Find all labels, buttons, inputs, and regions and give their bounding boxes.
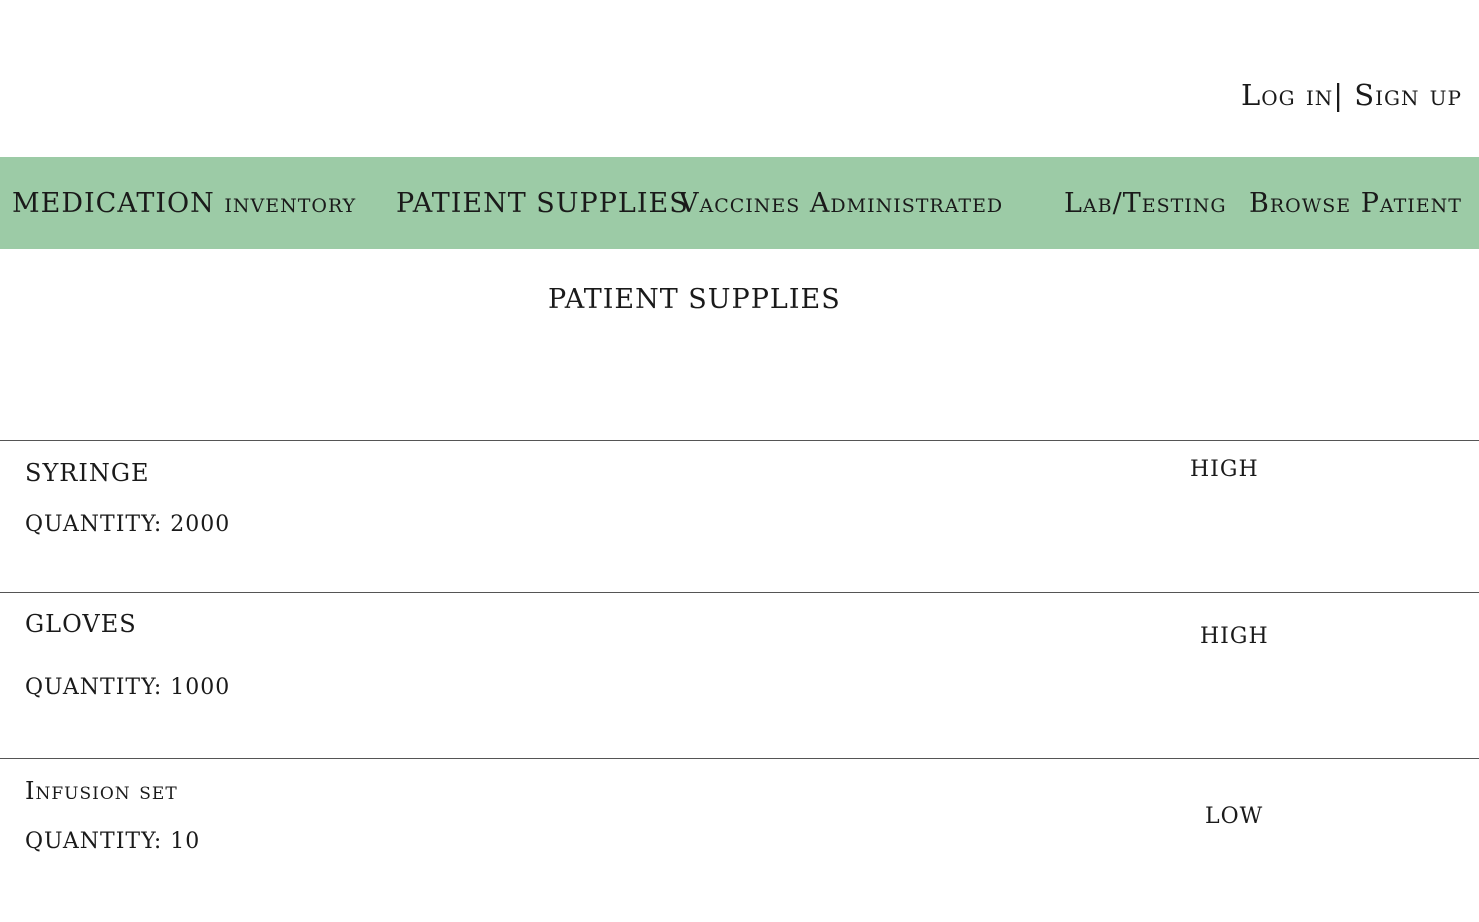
- login-link[interactable]: Log in: [1241, 78, 1333, 112]
- main-navbar: MEDICATION inventory PATIENT SUPPLIES Va…: [0, 157, 1479, 249]
- nav-lab-testing[interactable]: Lab/Testing: [1064, 188, 1227, 219]
- nav-browse-patient[interactable]: Browse Patient: [1249, 188, 1462, 219]
- stock-level: LOW: [1205, 804, 1264, 829]
- supply-row: SYRINGE QUANTITY: 2000 HIGH: [0, 440, 1479, 592]
- nav-vaccines-administrated[interactable]: Vaccines Administrated: [679, 188, 1003, 219]
- nav-patient-supplies[interactable]: PATIENT SUPPLIES: [396, 188, 689, 219]
- supply-quantity: QUANTITY: 1000: [25, 675, 231, 700]
- supply-name: SYRINGE: [25, 459, 150, 487]
- signup-link[interactable]: Sign up: [1354, 78, 1462, 112]
- supply-quantity: QUANTITY: 2000: [25, 512, 231, 537]
- page-title: PATIENT SUPPLIES: [548, 284, 841, 315]
- auth-separator: |: [1333, 78, 1344, 112]
- auth-links: Log in| Sign up: [1241, 78, 1462, 112]
- supply-quantity: QUANTITY: 10: [25, 829, 201, 854]
- supply-name: GLOVES: [25, 610, 137, 638]
- stock-level: HIGH: [1190, 457, 1259, 482]
- supply-name: Infusion set: [25, 777, 178, 805]
- supply-row: Infusion set QUANTITY: 10 LOW: [0, 758, 1479, 909]
- stock-level: HIGH: [1200, 624, 1269, 649]
- supply-row: GLOVES QUANTITY: 1000 HIGH: [0, 592, 1479, 758]
- nav-medication-inventory[interactable]: MEDICATION inventory: [12, 188, 356, 219]
